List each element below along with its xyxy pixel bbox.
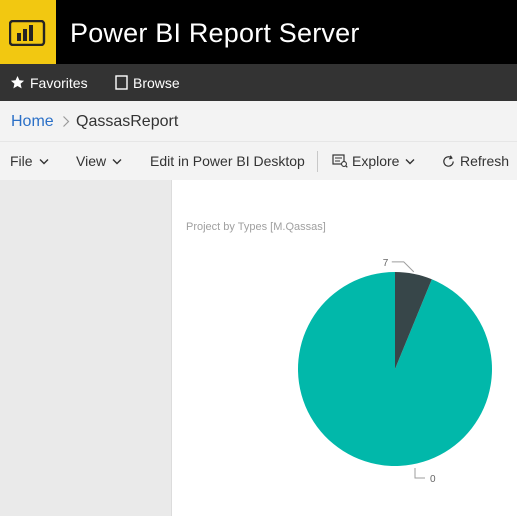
breadcrumb: Home QassasReport xyxy=(0,101,517,141)
leader-line-0 xyxy=(414,468,425,479)
file-menu-label: File xyxy=(10,153,33,169)
chevron-down-icon xyxy=(112,158,122,165)
edit-in-desktop-label: Edit in Power BI Desktop xyxy=(150,153,305,169)
toolbar-divider xyxy=(317,151,318,172)
nav-favorites[interactable]: Favorites xyxy=(10,64,88,101)
title-bar: Power BI Report Server xyxy=(0,0,517,64)
chevron-down-icon xyxy=(405,158,415,165)
power-bi-logo-icon xyxy=(9,20,46,46)
refresh-button[interactable]: Refresh xyxy=(441,142,509,180)
left-pane xyxy=(0,180,171,516)
explore-icon xyxy=(332,154,348,168)
breadcrumb-home-link[interactable]: Home xyxy=(11,113,54,131)
report-toolbar: File View Edit in Power BI Desktop Explo… xyxy=(0,141,517,181)
browse-icon xyxy=(115,75,128,90)
file-menu-button[interactable]: File xyxy=(10,142,49,180)
leader-line-7 xyxy=(391,261,415,273)
explore-menu-label: Explore xyxy=(352,153,400,169)
pie-chart[interactable]: 07 xyxy=(172,180,517,516)
power-bi-logo[interactable] xyxy=(0,0,56,64)
nav-favorites-label: Favorites xyxy=(30,74,88,91)
report-canvas: Project by Types [M.Qassas] 07 xyxy=(172,180,517,516)
view-menu-button[interactable]: View xyxy=(76,142,122,180)
star-icon xyxy=(10,75,25,90)
data-label-7: 7 xyxy=(383,258,389,269)
breadcrumb-current: QassasReport xyxy=(76,113,179,130)
nav-browse-label: Browse xyxy=(133,74,180,91)
top-nav: Favorites Browse xyxy=(0,64,517,101)
explore-menu-button[interactable]: Explore xyxy=(332,142,415,180)
nav-browse[interactable]: Browse xyxy=(115,64,180,101)
view-menu-label: View xyxy=(76,153,107,169)
app-title: Power BI Report Server xyxy=(70,18,360,48)
refresh-label: Refresh xyxy=(460,153,510,169)
breadcrumb-chevron-icon xyxy=(62,115,70,133)
refresh-icon xyxy=(441,154,456,169)
chevron-down-icon xyxy=(39,158,49,165)
edit-in-desktop-button[interactable]: Edit in Power BI Desktop xyxy=(150,142,305,180)
data-label-0: 0 xyxy=(430,474,436,485)
